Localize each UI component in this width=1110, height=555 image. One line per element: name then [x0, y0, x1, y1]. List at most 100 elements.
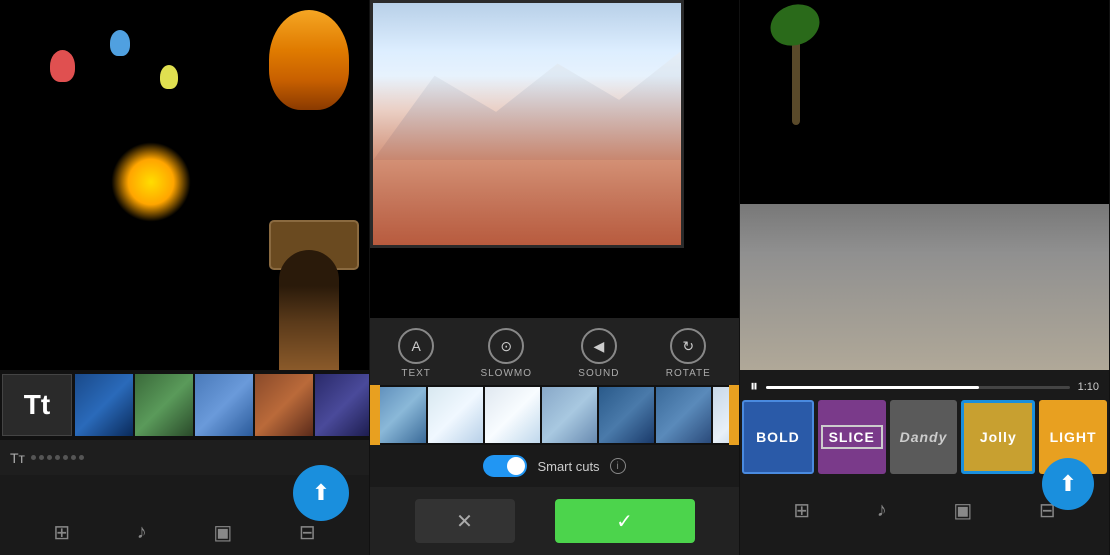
dot-4: [55, 455, 60, 460]
nav-settings[interactable]: ⊟: [299, 520, 316, 545]
dots-indicator: [31, 455, 84, 460]
time-label: 1:10: [1078, 381, 1099, 393]
text-small-icon: Tт: [10, 450, 25, 466]
panel3-progress-bar-row: ⏸ 1:10: [740, 370, 1109, 396]
p2-filmstrip-thumb-5[interactable]: [599, 387, 654, 443]
filmstrip-thumb-2[interactable]: [135, 374, 193, 436]
rotate-tool-label: ROTATE: [666, 368, 711, 379]
settings-icon: ⊟: [299, 520, 316, 545]
p2-filmstrip-thumb-3[interactable]: [485, 387, 540, 443]
p2-filmstrip-thumb-6[interactable]: [656, 387, 711, 443]
filmstrip-thumb-5[interactable]: [315, 374, 369, 436]
dot-3: [47, 455, 52, 460]
panel2-toolbar: A TEXT ⊙ SLOWMO ◀ SOUND ↻ ROTATE: [370, 318, 739, 385]
filmstrip-thumb-1[interactable]: [75, 374, 133, 436]
p3-nav-music[interactable]: ♪: [877, 499, 887, 522]
sound-icon-circle: ◀: [581, 328, 617, 364]
sound-tool-label: SOUND: [578, 368, 619, 379]
dot-7: [79, 455, 84, 460]
text-indicator: Tт: [10, 450, 84, 466]
tool-sound[interactable]: ◀ SOUND: [578, 328, 619, 379]
p3-nav-add[interactable]: ⊞: [793, 498, 810, 523]
theme-slice-label: SLICE: [821, 425, 883, 449]
panel3-bottom-bar: ⏸ 1:10 BOLD SLICE Dandy Jolly LIGHT: [740, 370, 1109, 555]
text-tool-button[interactable]: Tt: [2, 374, 72, 436]
rotate-icon: ↻: [682, 338, 694, 355]
theme-jolly-label: Jolly: [980, 429, 1017, 445]
theme-bold[interactable]: BOLD: [742, 400, 814, 474]
palm-frond: [765, 0, 826, 52]
panel3-photo-area: [740, 0, 1109, 370]
theme-slice[interactable]: SLICE: [818, 400, 886, 474]
p3-film-icon: ▣: [953, 498, 972, 523]
p2-filmstrip-thumb-4[interactable]: [542, 387, 597, 443]
progress-bar-fill: [766, 386, 978, 389]
panel-3-theme-selector: ⏸ 1:10 BOLD SLICE Dandy Jolly LIGHT: [740, 0, 1110, 555]
p2-filmstrip-thumb-1[interactable]: [371, 387, 426, 443]
panel2-filmstrip[interactable]: [370, 385, 739, 445]
tool-rotate[interactable]: ↻ ROTATE: [666, 328, 711, 379]
balloon-large: [269, 10, 349, 110]
filmstrip-thumb-4[interactable]: [255, 374, 313, 436]
tool-text[interactable]: A TEXT: [398, 328, 434, 379]
rotate-icon-circle: ↻: [670, 328, 706, 364]
info-icon[interactable]: i: [610, 458, 626, 474]
toggle-knob: [507, 457, 525, 475]
text-icon: A: [411, 338, 420, 354]
panel1-photo-area: [0, 0, 369, 370]
text-tool-label: TEXT: [401, 368, 431, 379]
filmstrip-thumb-3[interactable]: [195, 374, 253, 436]
nav-music[interactable]: ♪: [137, 521, 147, 544]
confirm-icon: ✓: [616, 509, 633, 534]
palm-trunk: [792, 35, 800, 125]
confirm-button[interactable]: ✓: [555, 499, 695, 543]
film-icon: ▣: [213, 520, 232, 545]
p2-filmstrip-thumb-7[interactable]: [713, 387, 739, 443]
text-tool-icon: Tt: [24, 389, 50, 421]
panel-1-text-editor: Tt Tт: [0, 0, 370, 555]
slowmo-tool-label: SLOWMO: [480, 368, 532, 379]
panel3-fab-button[interactable]: ⬆: [1042, 458, 1094, 510]
dot-5: [63, 455, 68, 460]
dot-2: [39, 455, 44, 460]
theme-bold-label: BOLD: [756, 429, 800, 445]
theme-jolly[interactable]: Jolly: [961, 400, 1035, 474]
dot-1: [31, 455, 36, 460]
snow-photo-frame: [370, 0, 684, 248]
panel-2-smart-cuts: A TEXT ⊙ SLOWMO ◀ SOUND ↻ ROTATE: [370, 0, 740, 555]
upload-icon: ⬆: [312, 480, 330, 506]
panel1-fab-button[interactable]: ⬆: [293, 465, 349, 521]
p3-nav-film[interactable]: ▣: [953, 498, 972, 523]
share-icon: ⬆: [1059, 471, 1077, 497]
nav-film[interactable]: ▣: [213, 520, 232, 545]
smart-cuts-toggle[interactable]: [483, 455, 527, 477]
dot-6: [71, 455, 76, 460]
progress-bar-background[interactable]: [766, 386, 1070, 389]
p3-add-icon: ⊞: [793, 498, 810, 523]
text-tool-circle-icon: A: [398, 328, 434, 364]
palm-tree: [780, 5, 810, 125]
nav-add[interactable]: ⊞: [53, 520, 70, 545]
panel2-bottom-bar: A TEXT ⊙ SLOWMO ◀ SOUND ↻ ROTATE: [370, 318, 739, 555]
panel2-photo-area: [370, 0, 739, 318]
cancel-icon: ✕: [456, 509, 473, 534]
tool-slowmo[interactable]: ⊙ SLOWMO: [480, 328, 532, 379]
panel1-filmstrip[interactable]: Tt: [0, 370, 369, 440]
add-icon: ⊞: [53, 520, 70, 545]
slowmo-icon: ⊙: [500, 338, 512, 355]
smart-cuts-label: Smart cuts: [537, 459, 599, 474]
panel3-action-row: ⬆: [740, 478, 1109, 490]
panel1-bottom-bar: Tt Tт: [0, 370, 369, 555]
music-icon: ♪: [137, 521, 147, 544]
slowmo-icon-circle: ⊙: [488, 328, 524, 364]
theme-dandy-label: Dandy: [900, 429, 948, 445]
p2-filmstrip-thumb-2[interactable]: [428, 387, 483, 443]
person-silhouette: [279, 250, 339, 370]
panel2-action-row: ✕ ✓: [370, 487, 739, 555]
pause-button[interactable]: ⏸: [750, 378, 758, 396]
p3-music-icon: ♪: [877, 499, 887, 522]
cancel-button[interactable]: ✕: [415, 499, 515, 543]
sun-glow: [111, 142, 191, 222]
theme-dandy[interactable]: Dandy: [890, 400, 958, 474]
sound-icon: ◀: [593, 338, 604, 355]
